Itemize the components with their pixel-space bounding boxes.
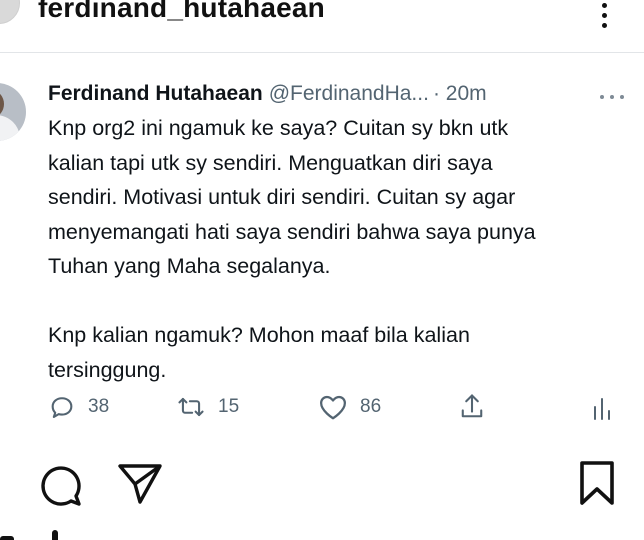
share-upload-icon	[461, 394, 483, 418]
tweet-author-name: Ferdinand Hutahaean	[48, 82, 263, 105]
post-username[interactable]: ferdinand_hutahaean	[38, 0, 325, 25]
more-options-icon[interactable]	[596, 2, 612, 36]
instagram-post-screen: ferdinand_hutahaean Ferdinand Hutahaean @…	[0, 0, 644, 540]
tweet-author-avatar	[0, 83, 26, 141]
retweet-count: 15	[218, 396, 240, 417]
tweet-actions: 38 15 86	[48, 389, 644, 425]
post-header: ferdinand_hutahaean	[0, 0, 644, 44]
tweet-analytics	[592, 389, 612, 425]
reply-count: 38	[88, 396, 110, 417]
tweet-card: Ferdinand Hutahaean @FerdinandHa... · 20m …	[0, 52, 644, 453]
tweet-retweet: 15	[176, 389, 239, 425]
post-action-bar	[0, 456, 644, 516]
reply-icon	[51, 397, 73, 418]
profile-avatar[interactable]	[0, 0, 20, 24]
heart-icon[interactable]	[0, 462, 10, 502]
analytics-icon	[594, 398, 610, 420]
send-icon[interactable]	[116, 462, 164, 506]
tweet-header: Ferdinand Hutahaean @FerdinandHa... · 20m	[48, 79, 487, 109]
tweet-reply: 38	[48, 389, 109, 425]
tweet-author-handle: @FerdinandHa...	[268, 82, 429, 105]
retweet-icon	[178, 397, 204, 417]
caption-partial	[0, 528, 80, 540]
tweet-more-icon	[598, 93, 638, 103]
heart-icon	[320, 395, 346, 420]
tweet-timestamp: · 20m	[432, 82, 487, 105]
tweet-share	[458, 389, 486, 425]
tweet-like: 86	[318, 389, 381, 425]
like-count: 86	[360, 396, 382, 417]
tweet-text: Knp org2 ini ngamuk ke saya? Cuitan sy b…	[48, 116, 536, 382]
bookmark-icon[interactable]	[578, 460, 616, 506]
comment-icon[interactable]	[38, 462, 84, 508]
